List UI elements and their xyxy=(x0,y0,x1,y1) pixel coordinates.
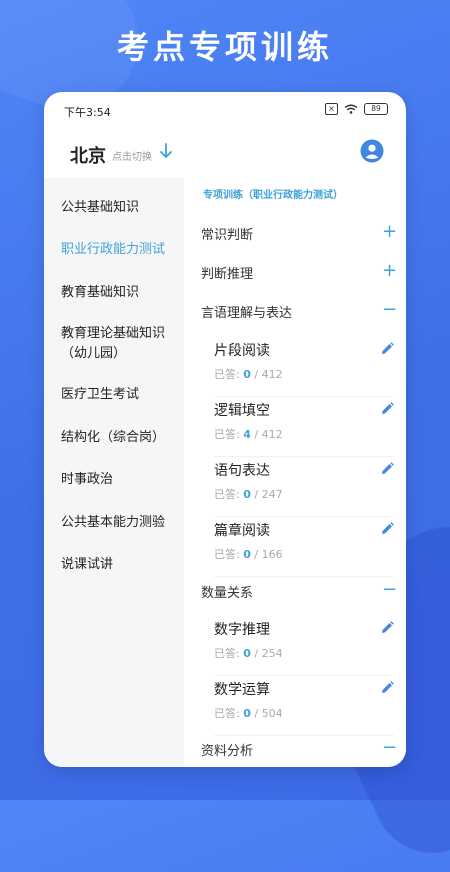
expand-icon[interactable]: + xyxy=(382,222,397,242)
item-progress: 已答: 0 / 254 xyxy=(214,647,283,660)
category-label: 判断推理 xyxy=(201,267,254,282)
category-label: 资料分析 xyxy=(201,744,254,759)
wifi-icon xyxy=(344,104,358,114)
category-row[interactable]: 数量关系 − xyxy=(201,580,397,602)
sidebar-item-education-theory[interactable]: 教育理论基础知识 （幼儿园） xyxy=(61,324,179,364)
pencil-icon[interactable] xyxy=(381,621,394,634)
sidebar-item-current-affairs[interactable]: 时事政治 xyxy=(61,470,179,490)
switch-city-link[interactable]: 点击切换 xyxy=(112,148,152,163)
category-label: 言语理解与表达 xyxy=(201,306,293,321)
pencil-icon[interactable] xyxy=(381,342,394,355)
category-row[interactable]: 言语理解与表达 − xyxy=(201,300,397,322)
sidebar-item-medical-exam[interactable]: 医疗卫生考试 xyxy=(61,385,179,405)
phone-screen: 下午3:54 × 89 北京 点击切换 公共基础知识 职业行政能力测试 教育基础… xyxy=(44,92,406,767)
expand-icon[interactable]: + xyxy=(382,261,397,281)
item-name: 数学运算 xyxy=(214,682,270,698)
category-label: 数量关系 xyxy=(201,586,254,601)
list-item[interactable]: 逻辑填空 已答: 4 / 412 xyxy=(214,400,394,457)
category-row[interactable]: 判断推理 + xyxy=(201,261,397,283)
content-panel: 专项训练（职业行政能力测试） 常识判断 + 判断推理 + 言语理解与表达 − 片… xyxy=(184,178,406,767)
item-name: 数字推理 xyxy=(214,622,270,638)
header: 北京 点击切换 xyxy=(44,128,406,178)
arrow-down-icon[interactable] xyxy=(159,143,173,159)
pencil-icon[interactable] xyxy=(381,402,394,415)
collapse-icon[interactable]: − xyxy=(382,738,397,758)
item-progress: 已答: 0 / 166 xyxy=(214,548,283,561)
item-name: 篇章阅读 xyxy=(214,523,270,539)
item-name: 逻辑填空 xyxy=(214,403,270,419)
item-name: 片段阅读 xyxy=(214,343,270,359)
status-bar: 下午3:54 × 89 xyxy=(44,92,406,128)
profile-icon[interactable] xyxy=(360,139,384,163)
sidebar: 公共基础知识 职业行政能力测试 教育基础知识 教育理论基础知识 （幼儿园） 医疗… xyxy=(44,178,184,767)
list-item[interactable]: 数字推理 已答: 0 / 254 xyxy=(214,619,394,676)
city-label[interactable]: 北京 xyxy=(70,142,106,168)
collapse-icon[interactable]: − xyxy=(382,580,397,600)
list-item[interactable]: 语句表达 已答: 0 / 247 xyxy=(214,460,394,517)
list-item[interactable]: 数学运算 已答: 0 / 504 xyxy=(214,679,394,736)
pencil-icon[interactable] xyxy=(381,462,394,475)
category-row[interactable]: 常识判断 + xyxy=(201,222,397,244)
sidebar-item-structured[interactable]: 结构化（综合岗） xyxy=(61,428,179,448)
battery-icon: 89 xyxy=(364,103,388,115)
sidebar-item-basic-ability[interactable]: 公共基本能力测验 xyxy=(61,513,179,533)
list-item[interactable]: 篇章阅读 已答: 0 / 166 xyxy=(214,520,394,577)
pencil-icon[interactable] xyxy=(381,522,394,535)
item-progress: 已答: 0 / 247 xyxy=(214,488,283,501)
section-title: 专项训练（职业行政能力测试） xyxy=(203,190,343,201)
category-label: 常识判断 xyxy=(201,228,254,243)
pencil-icon[interactable] xyxy=(381,681,394,694)
sidebar-item-admin-test[interactable]: 职业行政能力测试 xyxy=(61,240,179,260)
item-progress: 已答: 4 / 412 xyxy=(214,428,283,441)
sidebar-item-education-basics[interactable]: 教育基础知识 xyxy=(61,283,179,303)
collapse-icon[interactable]: − xyxy=(382,300,397,320)
item-name: 语句表达 xyxy=(214,463,270,479)
category-row[interactable]: 资料分析 − xyxy=(201,738,397,760)
item-progress: 已答: 0 / 504 xyxy=(214,707,283,720)
page-headline: 考点专项训练 xyxy=(116,28,333,66)
status-time: 下午3:54 xyxy=(64,106,111,119)
notification-icon: × xyxy=(325,103,338,115)
sidebar-item-public-basics[interactable]: 公共基础知识 xyxy=(61,198,179,218)
sidebar-item-teaching[interactable]: 说课试讲 xyxy=(61,555,179,575)
list-item[interactable]: 片段阅读 已答: 0 / 412 xyxy=(214,340,394,397)
item-progress: 已答: 0 / 412 xyxy=(214,368,283,381)
